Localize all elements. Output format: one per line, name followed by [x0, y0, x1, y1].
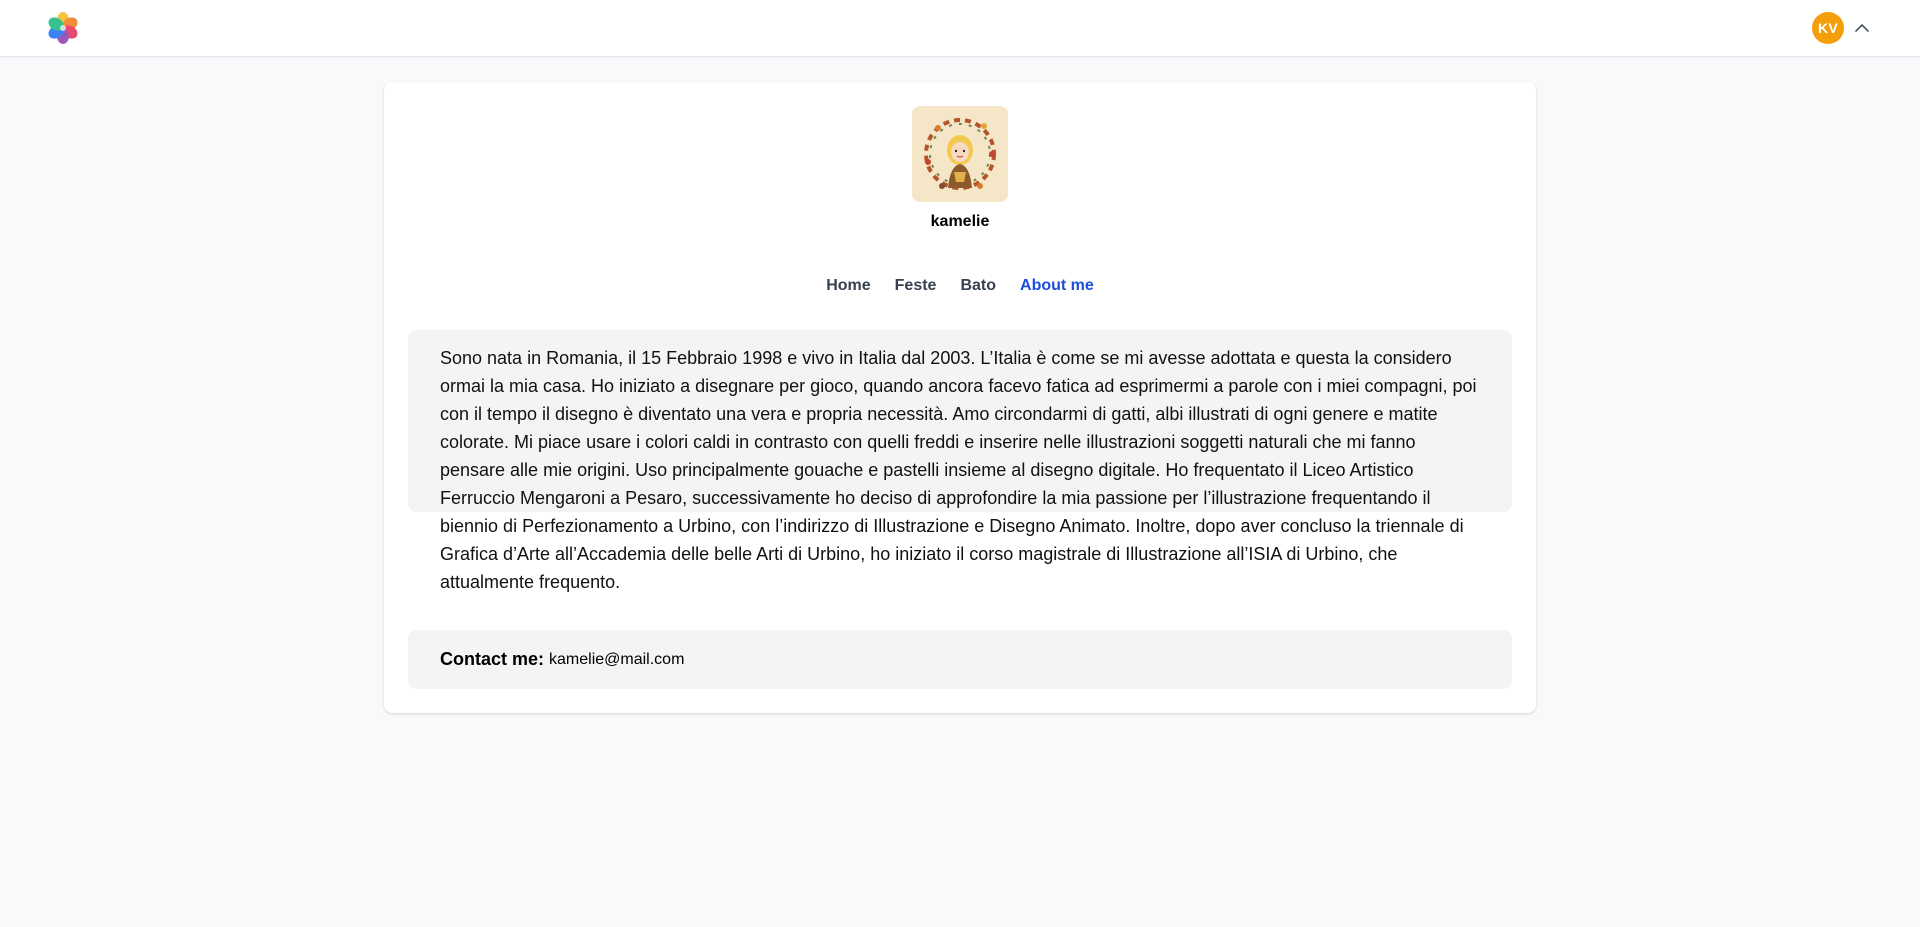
avatar-initials: KV — [1817, 20, 1839, 36]
about-me-bio: Sono nata in Romania, il 15 Febbraio 199… — [408, 330, 1512, 592]
profile-card: kamelie Home Feste Bato About me Sono na… — [384, 82, 1536, 713]
flower-pinwheel-logo-icon[interactable] — [46, 11, 80, 45]
chevron-up-icon[interactable] — [1852, 18, 1872, 38]
user-avatar[interactable]: KV — [1812, 12, 1844, 44]
profile-tabs: Home Feste Bato About me — [384, 277, 1536, 295]
profile-picture — [912, 106, 1008, 202]
contact-label: Contact me: — [440, 649, 545, 669]
top-navigation-bar: KV — [0, 0, 1920, 57]
tab-bato[interactable]: Bato — [948, 277, 1008, 295]
tab-home[interactable]: Home — [814, 277, 882, 295]
contact-panel: Contact me: kamelie@mail.com — [408, 630, 1512, 689]
profile-illustration-icon — [912, 106, 1008, 202]
profile-username: kamelie — [930, 213, 990, 230]
tab-feste[interactable]: Feste — [883, 277, 949, 295]
tab-about-me[interactable]: About me — [1008, 277, 1106, 295]
contact-email[interactable]: kamelie@mail.com — [549, 651, 684, 669]
